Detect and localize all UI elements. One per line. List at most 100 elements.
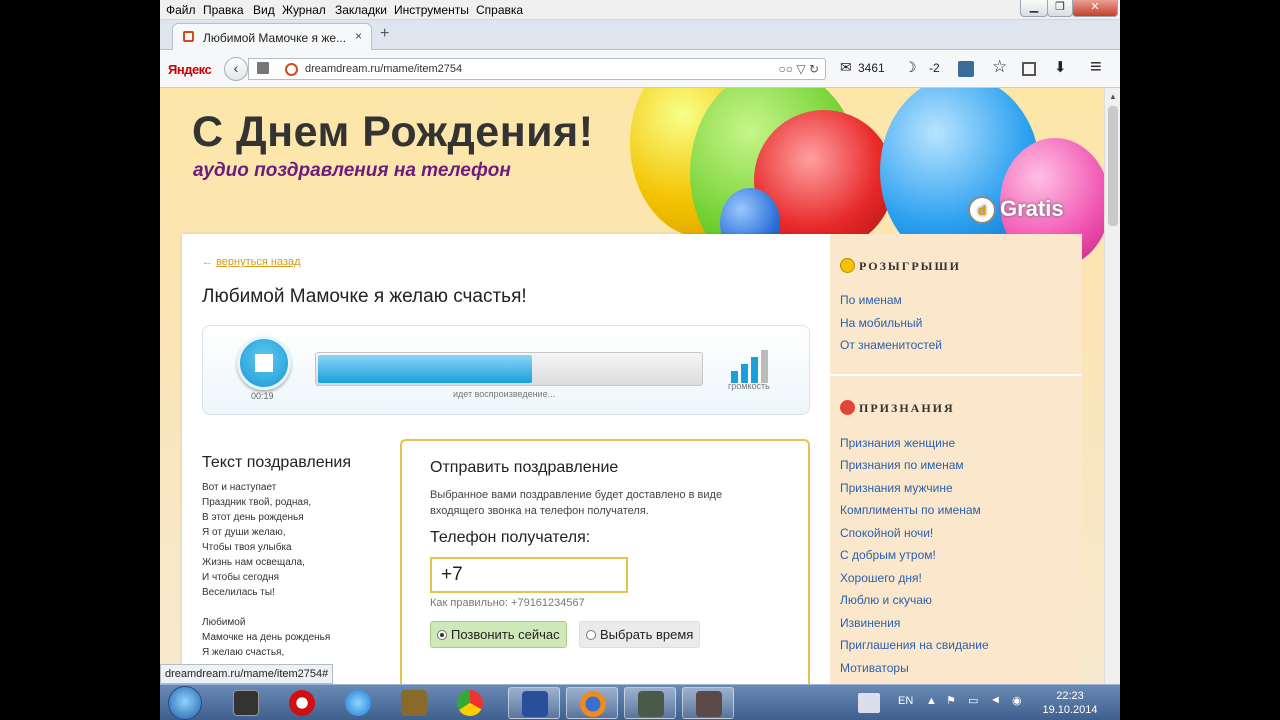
confessions-heading: ПРИЗНАНИЯ: [840, 400, 955, 416]
taskbar-chrome[interactable]: [444, 687, 496, 719]
firefox-icon: [580, 691, 606, 717]
sidebar-link-good-day[interactable]: Хорошего дня!: [840, 571, 922, 585]
choose-time-option[interactable]: Выбрать время: [579, 621, 701, 648]
choose-time-label: Выбрать время: [600, 627, 694, 642]
back-button[interactable]: ‹: [224, 57, 248, 81]
tray-expand-icon[interactable]: ▲: [926, 695, 937, 707]
menu-view[interactable]: Вид: [253, 3, 275, 17]
sidebar-link-woman[interactable]: Признания женщине: [840, 436, 955, 450]
taskbar-app-8[interactable]: [682, 687, 734, 719]
greeting-title: Любимой Мамочке я желаю счастья!: [202, 286, 527, 307]
call-now-option[interactable]: Позвонить сейчас: [430, 621, 567, 648]
flag-icon[interactable]: ⚑: [946, 694, 956, 707]
sidebar-link-date-invites[interactable]: Приглашения на свидание: [840, 638, 989, 652]
back-link[interactable]: ← вернуться назад: [202, 256, 301, 268]
menu-bookmarks[interactable]: Закладки: [335, 3, 387, 17]
sidebar-link-apologies[interactable]: Извинения: [840, 616, 900, 630]
bookmarks-list-icon[interactable]: [1022, 62, 1036, 76]
scroll-up-arrow-icon[interactable]: ▲: [1109, 92, 1117, 101]
call-now-label: Позвонить сейчас: [451, 627, 560, 642]
progress-fill: [318, 355, 532, 383]
sidebar-link-confess-names[interactable]: Признания по именам: [840, 458, 964, 472]
volume-bar-4[interactable]: [761, 350, 768, 383]
sidebar-link-good-night[interactable]: Спокойной ночи!: [840, 526, 933, 540]
menu-edit[interactable]: Правка: [203, 3, 244, 17]
yandex-logo[interactable]: Яндекс: [168, 62, 212, 77]
radio-unselected-icon[interactable]: [586, 630, 596, 640]
taskbar-firefox[interactable]: [566, 687, 618, 719]
menu-bar: Файл Правка Вид Журнал Закладки Инструме…: [160, 0, 1120, 20]
internet-explorer-icon: [345, 690, 371, 716]
taskbar-opera[interactable]: [276, 687, 328, 719]
lyrics-line: Чтобы твоя улыбка: [202, 542, 292, 553]
volume-bar-3[interactable]: [751, 357, 758, 383]
browser-window: Файл Правка Вид Журнал Закладки Инструме…: [160, 0, 1120, 720]
sidebar-link-mobile[interactable]: На мобильный: [840, 316, 922, 330]
floppy-disk-icon: [522, 691, 548, 717]
sidebar-link-motivators[interactable]: Мотиваторы: [840, 661, 909, 675]
sidebar-link-love-miss[interactable]: Люблю и скучаю: [840, 593, 932, 607]
confessions-heading-text: ПРИЗНАНИЯ: [859, 401, 955, 415]
page-viewport: С Днем Рождения! аудио поздравления на т…: [160, 88, 1104, 684]
progress-bar[interactable]: [315, 352, 703, 386]
history-icon[interactable]: [257, 62, 269, 74]
menu-icon[interactable]: ≡: [1090, 56, 1102, 79]
vertical-scrollbar[interactable]: ▲: [1104, 88, 1120, 684]
send-description: Выбранное вами поздравление будет достав…: [430, 489, 723, 517]
phone-input[interactable]: [430, 557, 628, 593]
send-greeting-box: Отправить поздравление Выбранное вами по…: [400, 439, 810, 684]
sidebar-link-compliments[interactable]: Комплименты по именам: [840, 503, 981, 517]
update-icon[interactable]: ◉: [1012, 694, 1022, 707]
network-icon[interactable]: ▭: [968, 694, 978, 707]
back-link-text[interactable]: вернуться назад: [216, 256, 300, 268]
tab-close-icon[interactable]: ×: [355, 29, 362, 43]
active-tab[interactable]: Любимой Мамочке я же... ×: [172, 23, 372, 50]
sidebar-link-celebrities[interactable]: От знаменитостей: [840, 338, 942, 352]
stop-button[interactable]: [237, 336, 291, 390]
tab-title: Любимой Мамочке я же...: [203, 31, 347, 45]
pranks-heading: РОЗЫГРЫШИ: [840, 258, 961, 274]
language-indicator[interactable]: EN: [898, 695, 913, 707]
weather-temp[interactable]: -2: [929, 61, 940, 75]
taskbar-app-4[interactable]: [388, 687, 440, 719]
volume-control[interactable]: [731, 347, 775, 383]
taskbar-app-save[interactable]: [508, 687, 560, 719]
minimize-button[interactable]: ▁: [1020, 0, 1048, 17]
scrollbar-thumb[interactable]: [1108, 106, 1118, 226]
bookmark-star-icon[interactable]: ☆: [992, 57, 1007, 77]
opera-icon: [289, 690, 315, 716]
sidebar-link-good-morning[interactable]: С добрым утром!: [840, 548, 936, 562]
menu-file[interactable]: Файл: [166, 3, 196, 17]
site-identity-icon[interactable]: [285, 63, 298, 76]
menu-history[interactable]: Журнал: [282, 3, 326, 17]
sidebar-link-by-names[interactable]: По именам: [840, 293, 902, 307]
mail-count[interactable]: 3461: [858, 61, 885, 75]
close-window-button[interactable]: ✕: [1072, 0, 1118, 17]
taskbar-clock[interactable]: 22:23 19.10.2014: [1038, 689, 1102, 717]
lyrics-line: Жизнь нам освещала,: [202, 557, 305, 568]
heart-icon: [840, 400, 855, 415]
taskbar-app-1[interactable]: [220, 687, 272, 719]
reader-reload-icons[interactable]: ○○ ▽ ↻: [779, 62, 819, 76]
menu-tools[interactable]: Инструменты: [394, 3, 469, 17]
url-text[interactable]: dreamdream.ru/mame/item2754: [305, 63, 462, 75]
maximize-button[interactable]: ❐: [1047, 0, 1073, 17]
radio-selected-icon[interactable]: [437, 630, 447, 640]
weather-icon[interactable]: ☽: [904, 59, 917, 76]
address-bar[interactable]: dreamdream.ru/mame/item2754 ○○ ▽ ↻: [248, 58, 826, 80]
extension-icon[interactable]: [958, 61, 974, 77]
new-tab-button[interactable]: +: [380, 25, 389, 43]
gratis-logo[interactable]: d Gratis: [968, 196, 1064, 226]
tray-app-icon[interactable]: [858, 693, 880, 713]
back-arrow-icon: ←: [202, 256, 213, 268]
volume-icon[interactable]: ◄: [990, 694, 1001, 706]
taskbar-app-7[interactable]: [624, 687, 676, 719]
lyrics-line: Праздник твой, родная,: [202, 497, 312, 508]
taskbar-ie[interactable]: [332, 687, 384, 719]
mail-icon[interactable]: ✉: [840, 59, 852, 76]
start-button[interactable]: [168, 686, 202, 720]
menu-help[interactable]: Справка: [476, 3, 523, 17]
lyrics-text: Вот и наступает Праздник твой, родная, В…: [202, 480, 330, 660]
download-icon[interactable]: ⬇: [1054, 58, 1067, 76]
sidebar-link-man[interactable]: Признания мужчине: [840, 481, 953, 495]
